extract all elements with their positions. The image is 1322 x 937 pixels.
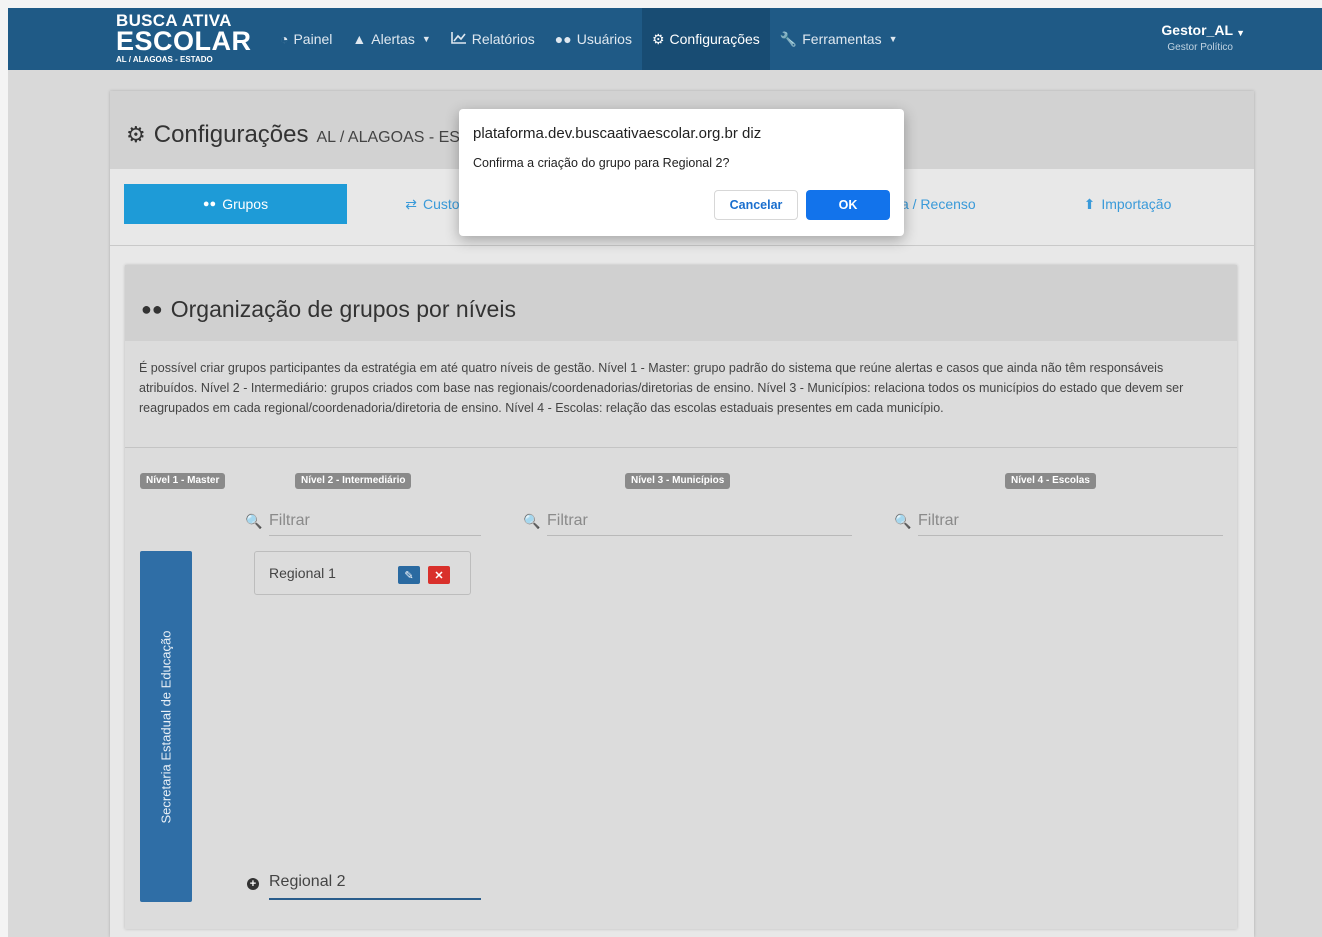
confirm-dialog: plataforma.dev.buscaativaescolar.org.br … <box>459 109 904 236</box>
groups-panel-header: ●● Organização de grupos por níveis <box>125 265 1237 341</box>
filter-level3-input[interactable] <box>547 512 852 530</box>
master-group-label: Secretaria Estadual de Educação <box>158 630 174 823</box>
user-name: Gestor_AL <box>1161 22 1233 38</box>
nav-configuracoes-label: Configurações <box>669 31 760 47</box>
ok-button[interactable]: OK <box>806 190 890 220</box>
chart-icon <box>450 31 467 47</box>
filter-level2-input[interactable] <box>269 512 481 530</box>
caret-down-icon: ▼ <box>1236 28 1245 38</box>
new-group-field: + <box>247 870 481 900</box>
edit-button[interactable]: ✎ <box>398 566 420 584</box>
nav-usuarios-label: Usuários <box>576 31 632 47</box>
dashboard-icon: ◔ <box>280 31 289 47</box>
cancel-button[interactable]: Cancelar <box>714 190 798 220</box>
level1-badge: Nível 1 - Master <box>140 473 226 489</box>
search-icon: 🔍 <box>894 513 912 529</box>
nav-painel[interactable]: ◔ Painel <box>270 8 342 70</box>
groups-title-text: Organização de grupos por níveis <box>170 296 516 322</box>
edit-icon: ✎ <box>404 569 414 582</box>
caret-down-icon: ▼ <box>888 34 898 44</box>
tab-importacao-label: Importação <box>1101 196 1172 212</box>
wrench-icon: 🔧 <box>779 30 798 47</box>
nav-alertas-label: Alertas <box>371 31 415 47</box>
user-role: Gestor Político <box>1167 42 1233 53</box>
level2-badge: Nível 2 - Intermediário <box>295 473 412 489</box>
nav-ferramentas-label: Ferramentas <box>802 31 882 47</box>
main-nav: ◔ Painel ▲ Alertas ▼ Relatórios ●● Usuár… <box>270 8 908 70</box>
groups-description: É possível criar grupos participantes da… <box>139 361 1184 415</box>
search-icon: 🔍 <box>245 513 263 529</box>
nav-relatorios[interactable]: Relatórios <box>441 8 545 70</box>
plus-circle-icon[interactable]: + <box>247 878 259 890</box>
filter-level2: 🔍 <box>245 507 481 536</box>
group-item-name: Regional 1 <box>269 565 336 581</box>
groups-panel: ●● Organização de grupos por níveis É po… <box>125 265 1237 929</box>
dialog-message: Confirma a criação do grupo para Regiona… <box>473 156 730 170</box>
level4-badge: Nível 4 - Escolas <box>1005 473 1096 489</box>
nav-relatorios-label: Relatórios <box>471 31 535 47</box>
filter-level3: 🔍 <box>523 507 852 536</box>
top-navbar: BUSCA ATIVA ESCOLAR AL / ALAGOAS - ESTAD… <box>8 8 1322 70</box>
nav-configuracoes[interactable]: ⚙ Configurações <box>641 8 770 70</box>
brand-state: AL / ALAGOAS - ESTADO <box>116 55 213 64</box>
shuffle-icon: ⇄ <box>405 195 418 212</box>
upload-icon: ⬆ <box>1083 195 1096 212</box>
brand-line2: ESCOLAR <box>116 26 252 56</box>
dialog-origin: plataforma.dev.buscaativaescolar.org.br … <box>473 125 762 142</box>
bell-icon: ▲ <box>352 31 367 47</box>
users-icon: ●● <box>554 31 572 47</box>
nav-usuarios[interactable]: ●● Usuários <box>545 8 642 70</box>
nav-ferramentas[interactable]: 🔧 Ferramentas ▼ <box>770 8 908 70</box>
nav-painel-label: Painel <box>293 31 333 47</box>
groups-panel-title: ●● Organização de grupos por níveis <box>141 296 516 323</box>
page-title-text: Configurações <box>153 121 309 148</box>
tab-grupos-label: Grupos <box>222 196 269 212</box>
page-title: ⚙ Configurações AL / ALAGOAS - ESTADO <box>126 121 503 149</box>
search-icon: 🔍 <box>523 513 541 529</box>
close-icon: ✕ <box>434 569 444 582</box>
divider <box>125 447 1237 448</box>
tab-importacao[interactable]: ⬆ Importação <box>1016 184 1239 224</box>
new-group-input[interactable] <box>269 873 481 891</box>
users-icon: ●● <box>141 299 163 319</box>
group-item[interactable]: Regional 1 ✎ ✕ <box>254 551 471 595</box>
caret-down-icon: ▼ <box>421 34 431 44</box>
level3-badge: Nível 3 - Municípios <box>625 473 731 489</box>
tab-grupos[interactable]: ●● Grupos <box>124 184 347 224</box>
divider <box>110 245 1254 246</box>
users-icon: ●● <box>202 198 217 210</box>
nav-alertas[interactable]: ▲ Alertas ▼ <box>342 8 440 70</box>
master-group[interactable]: Secretaria Estadual de Educação <box>140 551 192 902</box>
filter-level4: 🔍 <box>894 507 1223 536</box>
filter-level4-input[interactable] <box>918 512 1223 530</box>
delete-button[interactable]: ✕ <box>428 566 450 584</box>
gear-icon: ⚙ <box>651 30 665 47</box>
gear-icon: ⚙ <box>126 122 146 147</box>
brand-logo[interactable]: BUSCA ATIVA ESCOLAR AL / ALAGOAS - ESTAD… <box>116 12 252 64</box>
user-menu[interactable]: Gestor_AL Gestor Político ▼ <box>1153 22 1245 53</box>
